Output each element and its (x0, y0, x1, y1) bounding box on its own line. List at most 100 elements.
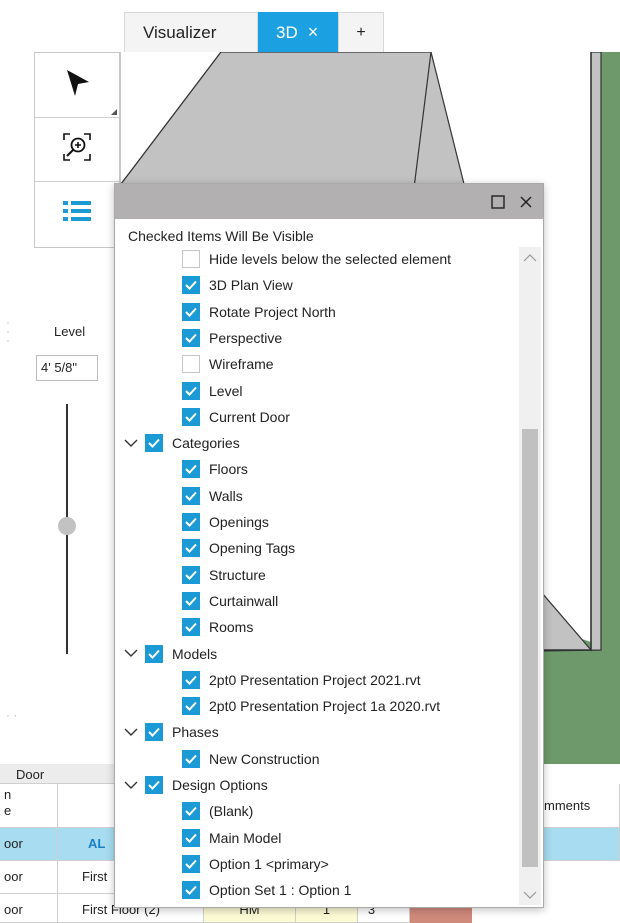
tree-item-row[interactable]: 3D Plan View (182, 272, 293, 298)
checkbox[interactable] (182, 513, 200, 531)
chevron-down-icon[interactable] (123, 649, 139, 658)
tree-item-row[interactable]: Openings (182, 509, 269, 535)
checkbox[interactable] (182, 539, 200, 558)
tree-scrollbar[interactable] (519, 247, 541, 905)
column-header-comments[interactable]: mments (544, 784, 620, 828)
checkbox[interactable] (182, 670, 200, 689)
tree-item-label: Openings (209, 514, 269, 530)
checkbox[interactable] (145, 776, 163, 794)
checkbox[interactable] (182, 854, 200, 873)
tree-item-label: Walls (209, 487, 243, 504)
table-cell[interactable]: AL (58, 828, 120, 861)
chevron-down-icon[interactable] (123, 728, 139, 737)
checkbox[interactable] (182, 276, 200, 295)
checkbox[interactable] (182, 302, 200, 321)
tree-group-row[interactable]: Design Options (123, 772, 268, 798)
zoom-fit-button[interactable] (35, 117, 119, 182)
tree-group-row[interactable]: Categories (123, 430, 240, 456)
tree-item-row[interactable]: Wireframe (182, 351, 274, 377)
column-header-line1: n (4, 787, 12, 802)
checkbox[interactable] (182, 881, 200, 900)
tree-item-label: 2pt0 Presentation Project 1a 2020.rvt (209, 698, 441, 715)
maximize-icon[interactable] (491, 195, 505, 214)
column-header[interactable] (58, 784, 120, 828)
checkbox[interactable] (182, 328, 200, 347)
tree-item-label: 2pt0 Presentation Project 2021.rvt (209, 671, 421, 688)
tree-item-row[interactable]: Rooms (182, 614, 253, 640)
tree-item-row[interactable]: Curtainwall (182, 588, 278, 614)
tree-item-row[interactable]: Floors (182, 456, 248, 482)
select-arrow-icon (63, 68, 91, 103)
tree-item-row[interactable]: Walls (182, 483, 243, 509)
checkbox[interactable] (182, 460, 200, 479)
tab-visualizer[interactable]: Visualizer (124, 12, 258, 52)
close-icon[interactable]: × (308, 22, 319, 42)
table-cell[interactable]: First (58, 861, 120, 894)
checkbox[interactable] (182, 381, 200, 400)
checkbox[interactable] (182, 697, 200, 716)
add-tab-button[interactable]: + (338, 12, 384, 53)
checkbox[interactable] (182, 486, 200, 505)
tree-item-row[interactable]: Structure (182, 562, 266, 588)
tree-item-label: Models (172, 645, 218, 662)
splitter-grip-icon[interactable]: · · · (6, 316, 10, 346)
tree-group-row[interactable]: Phases (123, 719, 219, 745)
tree-item-row[interactable]: New Construction (182, 746, 320, 772)
tree-item-row[interactable]: (Blank) (182, 798, 253, 824)
tree-item-label: Opening Tags (209, 540, 296, 557)
scroll-thumb[interactable] (522, 429, 538, 867)
column-header-line2: e (4, 803, 12, 818)
table-cell[interactable]: oor (0, 828, 58, 861)
list-icon (62, 200, 92, 227)
tree-item-row[interactable]: Rotate Project North (182, 299, 336, 325)
dialog-titlebar[interactable] (115, 184, 543, 219)
checkbox[interactable] (182, 591, 200, 610)
tree-item-row[interactable]: Option 1 <primary> (182, 851, 329, 877)
tree-item-row[interactable]: Main Model (182, 825, 281, 851)
checkbox[interactable] (182, 565, 200, 584)
tree-item-row[interactable]: 2pt0 Presentation Project 1a 2020.rvt (182, 693, 440, 719)
tree-item-label: Wireframe (209, 356, 274, 373)
splitter-grip-icon[interactable]: · · (6, 708, 17, 722)
tree-item-row[interactable]: Option Set 1 : Option 1 (182, 877, 351, 903)
scroll-up-icon[interactable] (519, 247, 541, 267)
visibility-dialog: Checked Items Will Be Visible Hide level… (114, 183, 544, 908)
tree-item-label: Structure (209, 566, 266, 583)
scroll-down-icon[interactable] (519, 885, 541, 905)
tree-item-row[interactable]: Opening Tags (182, 535, 295, 561)
tree-item-row[interactable]: Hide levels below the selected element (182, 246, 451, 272)
column-header[interactable]: n e (0, 784, 58, 828)
visibility-list-button[interactable] (35, 181, 119, 245)
close-icon[interactable] (519, 195, 533, 214)
checkbox[interactable] (182, 355, 200, 374)
table-cell[interactable]: oor (0, 861, 58, 894)
checkbox[interactable] (182, 250, 200, 268)
level-slider-thumb[interactable] (58, 517, 76, 535)
tab-3d[interactable]: 3D × (258, 12, 338, 52)
tree-item-label: (Blank) (209, 803, 254, 820)
checkbox[interactable] (182, 618, 200, 637)
select-tool-button[interactable] (35, 53, 119, 118)
tree-item-label: Option 1 <primary> (209, 855, 329, 872)
tree-group-row[interactable]: Models (123, 641, 217, 667)
group-header: Door (0, 764, 120, 784)
checkbox[interactable] (182, 407, 200, 426)
dialog-title: Checked Items Will Be Visible (128, 228, 314, 244)
tab-3d-label: 3D (276, 23, 298, 42)
level-value-field[interactable]: 4' 5/8" (36, 355, 98, 381)
checkbox[interactable] (182, 802, 200, 821)
checkbox[interactable] (145, 644, 163, 663)
chevron-down-icon[interactable] (123, 781, 139, 790)
table-cell[interactable] (544, 828, 620, 861)
tree-item-label: Perspective (209, 329, 283, 346)
tree-item-row[interactable]: Level (182, 378, 242, 404)
checkbox[interactable] (145, 723, 163, 742)
tree-item-row[interactable]: Current Door (182, 404, 290, 430)
table-cell[interactable]: oor (0, 894, 58, 923)
checkbox[interactable] (145, 434, 163, 453)
checkbox[interactable] (182, 828, 200, 847)
checkbox[interactable] (182, 749, 200, 768)
chevron-down-icon[interactable] (123, 439, 139, 448)
tree-item-row[interactable]: Perspective (182, 325, 282, 351)
tree-item-row[interactable]: 2pt0 Presentation Project 2021.rvt (182, 667, 421, 693)
